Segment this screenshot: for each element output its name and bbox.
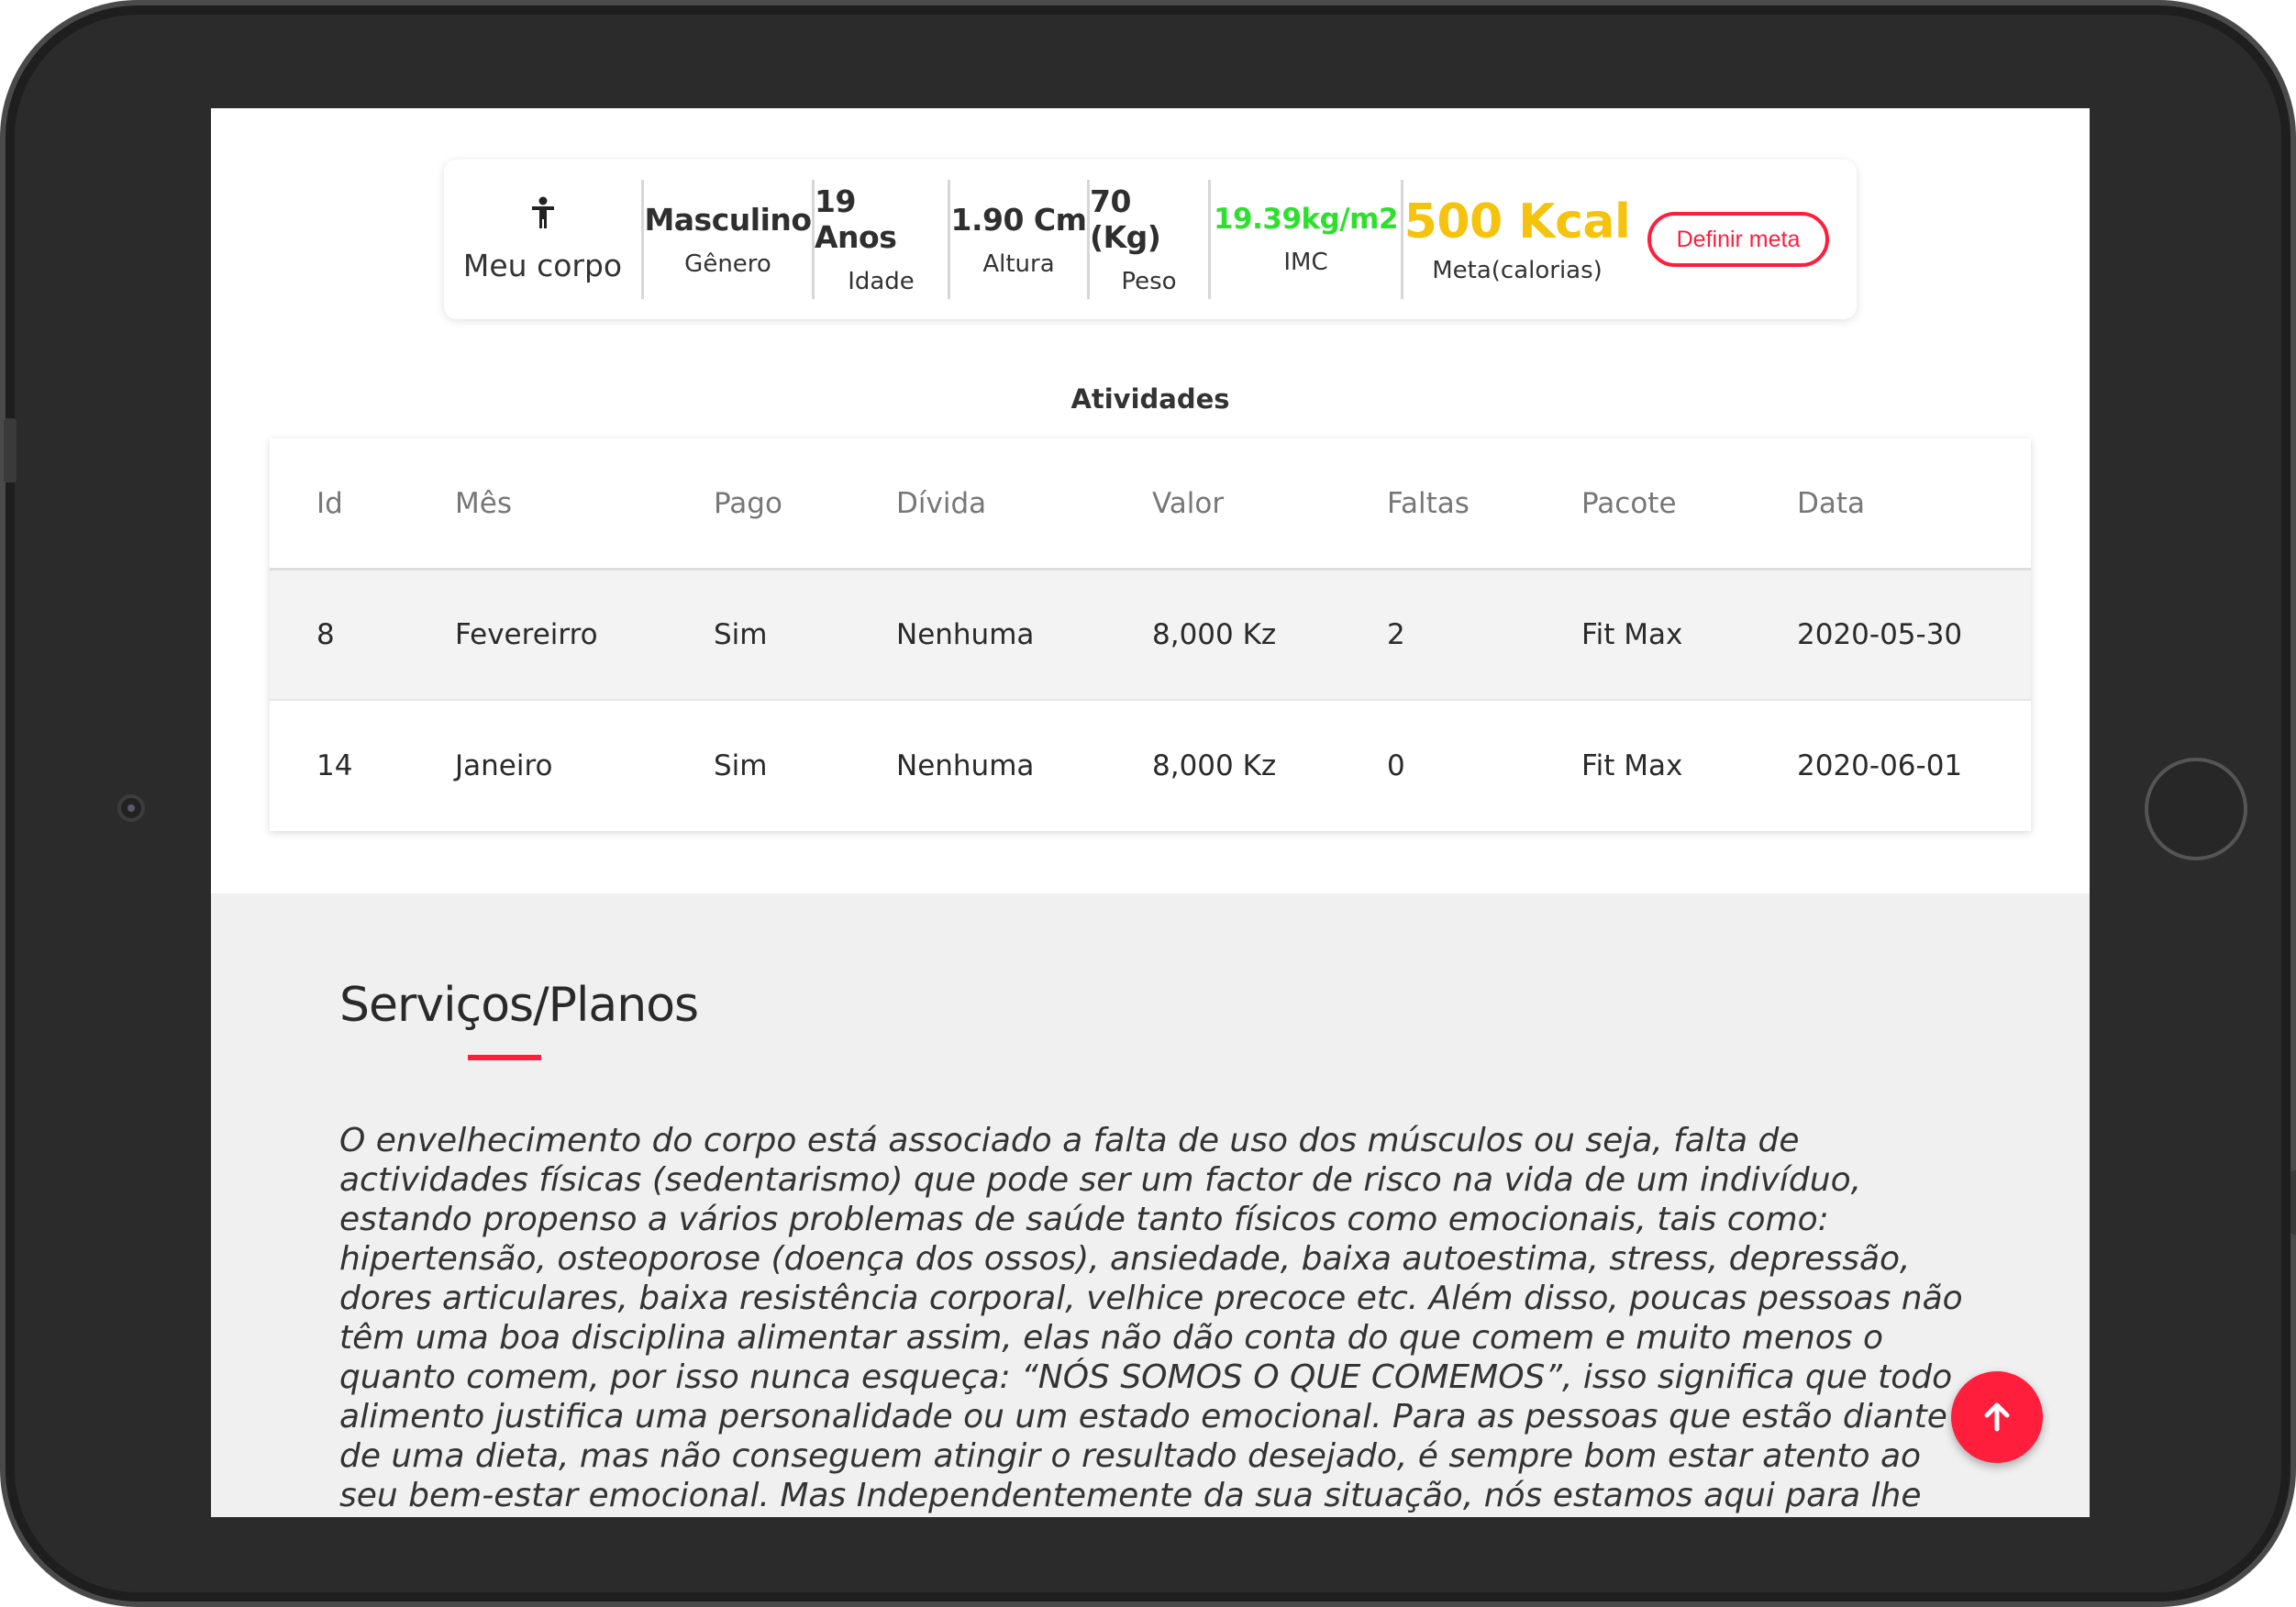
column-header: Faltas — [1387, 486, 1470, 520]
column-header: Data — [1797, 486, 1866, 520]
bmi-value: 19.39kg/m2 — [1213, 203, 1399, 236]
title-underline — [468, 1055, 541, 1060]
height-label: Altura — [982, 249, 1055, 278]
table-row: 14 Janeiro Sim Nenhuma 8,000 Kz 0 Fit Ma… — [270, 701, 2031, 831]
table-cell: Nenhuma — [896, 618, 1035, 651]
services-description: O envelhecimento do corpo está associado… — [339, 1122, 1963, 1517]
front-camera — [117, 794, 145, 822]
table-cell: 2020-05-30 — [1797, 618, 1963, 651]
home-button[interactable] — [2145, 758, 2247, 860]
weight-label: Peso — [1121, 268, 1177, 295]
child-icon — [530, 196, 556, 235]
column-header: Mês — [455, 486, 512, 520]
table-cell: 8,000 Kz — [1152, 618, 1277, 651]
height-value: 1.90 Cm — [950, 201, 1087, 238]
column-header: Pacote — [1581, 486, 1677, 520]
table-header: Id Mês Pago Dívida Valor Faltas Pacote D… — [270, 438, 2031, 571]
table-cell: 2020-06-01 — [1797, 749, 1963, 782]
my-body-label: Meu corpo — [462, 247, 623, 283]
column-header: Valor — [1152, 486, 1225, 520]
age-label: Idade — [848, 268, 915, 295]
gender-stat: Masculino Gênero — [644, 180, 815, 299]
bmi-stat: 19.39kg/m2 IMC — [1211, 180, 1403, 299]
scroll-to-top-button[interactable] — [1951, 1371, 2043, 1463]
table-cell: Sim — [714, 618, 768, 651]
arrow-up-icon — [1984, 1402, 2010, 1432]
age-value: 19 Anos — [815, 183, 897, 255]
table-cell: Fit Max — [1581, 618, 1683, 651]
table-cell: 8,000 Kz — [1152, 749, 1277, 782]
gender-value: Masculino — [644, 201, 812, 238]
table-cell: 2 — [1387, 618, 1405, 651]
gender-label: Gênero — [684, 249, 771, 278]
age-stat: 19 Anos Idade — [815, 180, 950, 299]
bmi-label: IMC — [1283, 249, 1328, 276]
activities-title: Atividades — [1070, 383, 1230, 415]
screen: Meu corpo Masculino Gênero 19 Anos Idade… — [211, 108, 2090, 1517]
table-cell: 8 — [316, 618, 335, 651]
volume-button — [4, 418, 17, 482]
activities-table: Id Mês Pago Dívida Valor Faltas Pacote D… — [270, 438, 2031, 831]
column-header: Pago — [714, 486, 782, 520]
services-section: Serviços/Planos O envelhecimento do corp… — [211, 893, 2090, 1517]
body-summary-card: Meu corpo Masculino Gênero 19 Anos Idade… — [444, 160, 1857, 319]
column-header: Dívida — [896, 486, 987, 520]
calorie-goal-label: Meta(calorias) — [1432, 257, 1603, 284]
table-cell: 0 — [1387, 749, 1405, 782]
tablet-frame: Meu corpo Masculino Gênero 19 Anos Idade… — [0, 0, 2296, 1607]
table-cell: 14 — [316, 749, 353, 782]
table-cell: Nenhuma — [896, 749, 1035, 782]
set-goal-button[interactable]: Definir meta — [1647, 212, 1829, 267]
table-cell: Janeiro — [455, 749, 553, 782]
weight-stat: 70 (Kg) Peso — [1090, 180, 1211, 299]
column-header: Id — [316, 486, 343, 520]
table-row: 8 Fevereirro Sim Nenhuma 8,000 Kz 2 Fit … — [270, 571, 2031, 701]
my-body: Meu corpo — [444, 180, 644, 299]
table-cell: Fevereirro — [455, 618, 598, 651]
weight-value: 70 (Kg) — [1090, 183, 1161, 255]
calorie-goal-value: 500 Kcal — [1403, 194, 1631, 249]
services-title: Serviços/Planos — [339, 978, 699, 1033]
height-stat: 1.90 Cm Altura — [950, 180, 1090, 299]
calorie-goal-stat: 500 Kcal Meta(calorias) — [1403, 180, 1631, 299]
side-button — [2290, 1170, 2296, 1235]
table-cell: Sim — [714, 749, 768, 782]
table-cell: Fit Max — [1581, 749, 1683, 782]
